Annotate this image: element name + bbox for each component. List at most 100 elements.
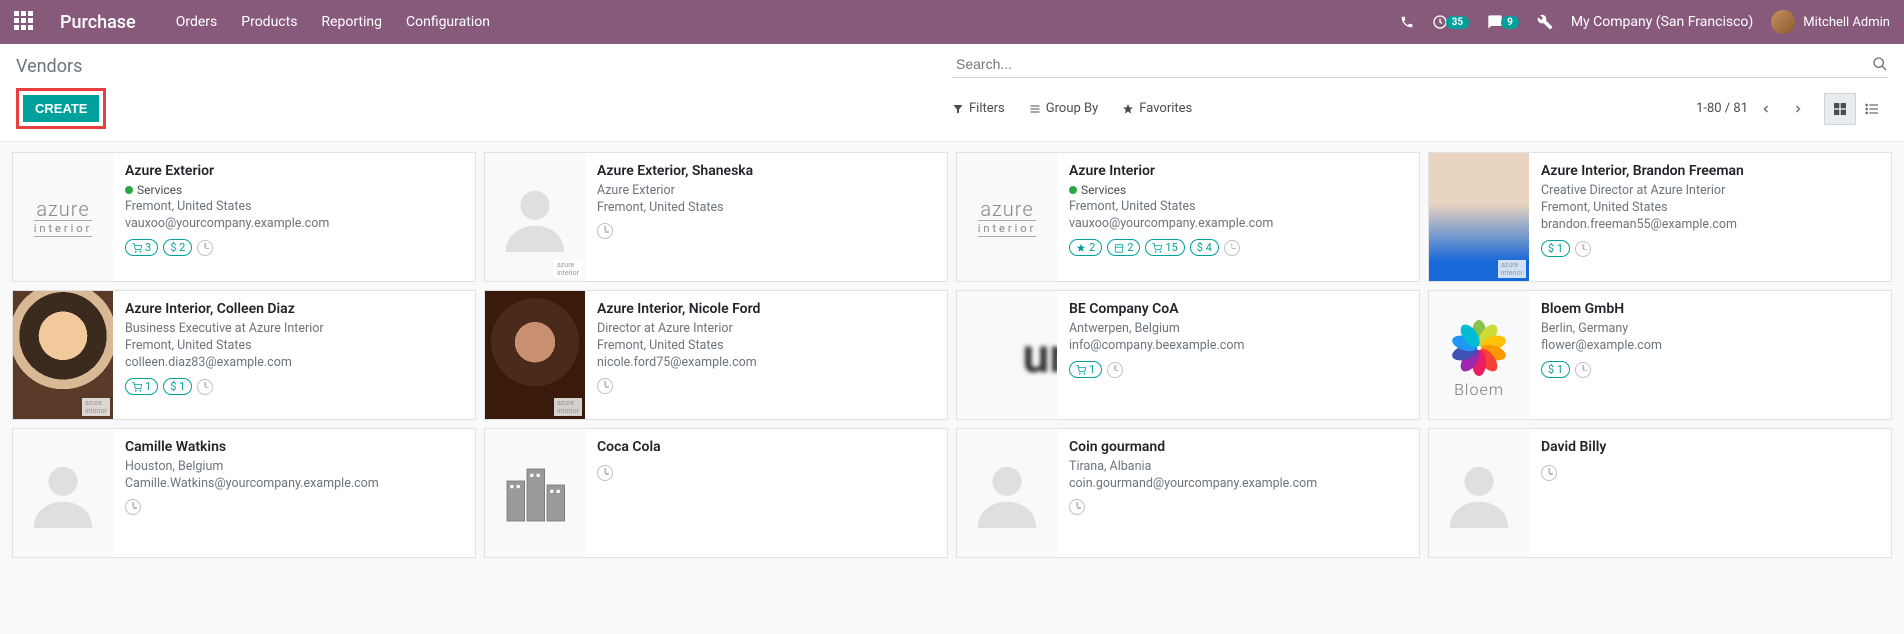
groupby-button[interactable]: Group By bbox=[1029, 101, 1099, 116]
vendor-card[interactable]: Camille WatkinsHouston, BelgiumCamille.W… bbox=[12, 428, 476, 558]
kanban-icon bbox=[1832, 101, 1848, 117]
vendor-email: flower@example.com bbox=[1541, 338, 1879, 353]
stat-pill[interactable]: 2 bbox=[1069, 239, 1102, 256]
funnel-icon bbox=[952, 103, 964, 115]
activity-clock-icon[interactable] bbox=[1069, 499, 1085, 515]
vendor-image bbox=[1429, 429, 1529, 557]
nav-orders[interactable]: Orders bbox=[176, 14, 218, 30]
stat-pill[interactable]: 15 bbox=[1145, 239, 1184, 256]
stat-pill[interactable]: $ 4 bbox=[1190, 239, 1219, 256]
stat-pill[interactable]: 2 bbox=[1107, 239, 1140, 256]
vendor-image: azureinterior bbox=[1429, 153, 1529, 281]
control-panel: Vendors CREATE Filters Group By bbox=[0, 44, 1904, 142]
list-view-icon bbox=[1864, 101, 1880, 117]
nav-products[interactable]: Products bbox=[241, 14, 297, 30]
vendor-name: BE Company CoA bbox=[1069, 301, 1407, 317]
pager-range[interactable]: 1-80 / 81 bbox=[1696, 101, 1748, 116]
messaging-icon[interactable]: 9 bbox=[1487, 14, 1519, 30]
vendor-card[interactable]: azureinteriorAzure Exterior, ShaneskaAzu… bbox=[484, 152, 948, 282]
vendor-email: brandon.freeman55@example.com bbox=[1541, 217, 1879, 232]
vendor-name: Azure Interior, Brandon Freeman bbox=[1541, 163, 1879, 179]
create-highlight: CREATE bbox=[16, 88, 106, 129]
vendor-name: Bloem GmbH bbox=[1541, 301, 1879, 317]
pager-next-button[interactable] bbox=[1784, 94, 1812, 124]
vendor-email: Camille.Watkins@yourcompany.example.com bbox=[125, 476, 463, 491]
breadcrumb: Vendors bbox=[16, 56, 952, 77]
stat-pill[interactable]: $ 1 bbox=[1541, 240, 1570, 257]
activity-clock-icon[interactable] bbox=[1541, 465, 1557, 481]
stat-pill[interactable]: 3 bbox=[125, 239, 158, 256]
vendor-card[interactable]: David Billy bbox=[1428, 428, 1892, 558]
nav-reporting[interactable]: Reporting bbox=[321, 14, 382, 30]
activity-badge: 35 bbox=[1446, 16, 1469, 29]
pager: 1-80 / 81 bbox=[1696, 94, 1812, 124]
nav-menu: Orders Products Reporting Configuration bbox=[176, 14, 490, 30]
pager-prev-button[interactable] bbox=[1752, 94, 1780, 124]
activity-icon[interactable]: 35 bbox=[1432, 14, 1469, 30]
vendor-card[interactable]: azureinteriorAzure ExteriorServicesFremo… bbox=[12, 152, 476, 282]
activity-clock-icon[interactable] bbox=[1107, 362, 1123, 378]
chevron-right-icon bbox=[1792, 103, 1804, 115]
user-menu[interactable]: Mitchell Admin bbox=[1771, 10, 1890, 34]
vendor-location: Tirana, Albania bbox=[1069, 459, 1407, 474]
vendor-subtitle: Director at Azure Interior bbox=[597, 321, 935, 336]
vendor-subtitle: Creative Director at Azure Interior bbox=[1541, 183, 1879, 198]
vendor-image: azureinterior bbox=[485, 153, 585, 281]
phone-icon[interactable] bbox=[1400, 15, 1414, 29]
vendor-card[interactable]: azureinteriorAzure InteriorServicesFremo… bbox=[956, 152, 1420, 282]
stat-pill[interactable]: $ 1 bbox=[1541, 361, 1570, 378]
stat-pill[interactable]: 1 bbox=[125, 378, 158, 395]
list-view-button[interactable] bbox=[1856, 93, 1888, 125]
vendor-card[interactable]: BloemBloem GmbHBerlin, Germanyflower@exa… bbox=[1428, 290, 1892, 420]
search-icon[interactable] bbox=[1872, 56, 1888, 72]
vendor-name: Azure Interior bbox=[1069, 163, 1407, 179]
vendor-subtitle: Azure Exterior bbox=[597, 183, 935, 198]
vendor-email: colleen.diaz83@example.com bbox=[125, 355, 463, 370]
kanban-view-button[interactable] bbox=[1824, 93, 1856, 125]
search-container bbox=[952, 54, 1888, 78]
nav-configuration[interactable]: Configuration bbox=[406, 14, 490, 30]
vendor-card[interactable]: azureinterior Azure Interior, Nicole Ford… bbox=[484, 290, 948, 420]
company-switcher[interactable]: My Company (San Francisco) bbox=[1571, 14, 1753, 30]
vendor-name: Azure Interior, Colleen Diaz bbox=[125, 301, 463, 317]
star-icon bbox=[1122, 103, 1134, 115]
user-name: Mitchell Admin bbox=[1803, 15, 1890, 30]
stat-pill[interactable]: $ 2 bbox=[163, 239, 192, 256]
search-input[interactable] bbox=[952, 54, 1872, 74]
activity-clock-icon[interactable] bbox=[597, 378, 613, 394]
vendor-location: Fremont, United States bbox=[1541, 200, 1879, 215]
stat-pill[interactable]: 1 bbox=[1069, 361, 1102, 378]
top-navbar: Purchase Orders Products Reporting Confi… bbox=[0, 0, 1904, 44]
vendor-image: azureinterior bbox=[485, 291, 585, 419]
apps-icon[interactable] bbox=[14, 11, 36, 33]
vendor-name: Azure Interior, Nicole Ford bbox=[597, 301, 935, 317]
filters-button[interactable]: Filters bbox=[952, 101, 1005, 116]
message-badge: 9 bbox=[1501, 16, 1519, 29]
activity-clock-icon[interactable] bbox=[597, 465, 613, 481]
vendor-image: azureinterior bbox=[13, 291, 113, 419]
vendor-image: azureinterior bbox=[13, 153, 113, 281]
activity-clock-icon[interactable] bbox=[1575, 362, 1591, 378]
stat-pill[interactable]: $ 1 bbox=[163, 378, 192, 395]
vendor-card[interactable]: urBE Company CoAAntwerpen, Belgiuminfo@c… bbox=[956, 290, 1420, 420]
vendor-tag: Services bbox=[125, 183, 463, 197]
favorites-button[interactable]: Favorites bbox=[1122, 101, 1192, 116]
chevron-left-icon bbox=[1760, 103, 1772, 115]
vendor-image: azureinterior bbox=[957, 153, 1057, 281]
create-button[interactable]: CREATE bbox=[23, 95, 99, 122]
vendor-name: Camille Watkins bbox=[125, 439, 463, 455]
activity-clock-icon[interactable] bbox=[125, 499, 141, 515]
vendor-card[interactable]: Coca Cola bbox=[484, 428, 948, 558]
vendor-card[interactable]: azureinterior Azure Interior, Brandon Fre… bbox=[1428, 152, 1892, 282]
vendor-location: Fremont, United States bbox=[125, 199, 463, 214]
activity-clock-icon[interactable] bbox=[197, 379, 213, 395]
vendor-card[interactable]: azureinterior Azure Interior, Colleen Dia… bbox=[12, 290, 476, 420]
vendor-subtitle: Business Executive at Azure Interior bbox=[125, 321, 463, 336]
debug-icon[interactable] bbox=[1537, 14, 1553, 30]
activity-clock-icon[interactable] bbox=[1575, 241, 1591, 257]
activity-clock-icon[interactable] bbox=[197, 240, 213, 256]
vendor-card[interactable]: Coin gourmandTirana, Albaniacoin.gourman… bbox=[956, 428, 1420, 558]
activity-clock-icon[interactable] bbox=[597, 223, 613, 239]
topbar-right: 35 9 My Company (San Francisco) Mitchell… bbox=[1400, 10, 1890, 34]
activity-clock-icon[interactable] bbox=[1224, 240, 1240, 256]
